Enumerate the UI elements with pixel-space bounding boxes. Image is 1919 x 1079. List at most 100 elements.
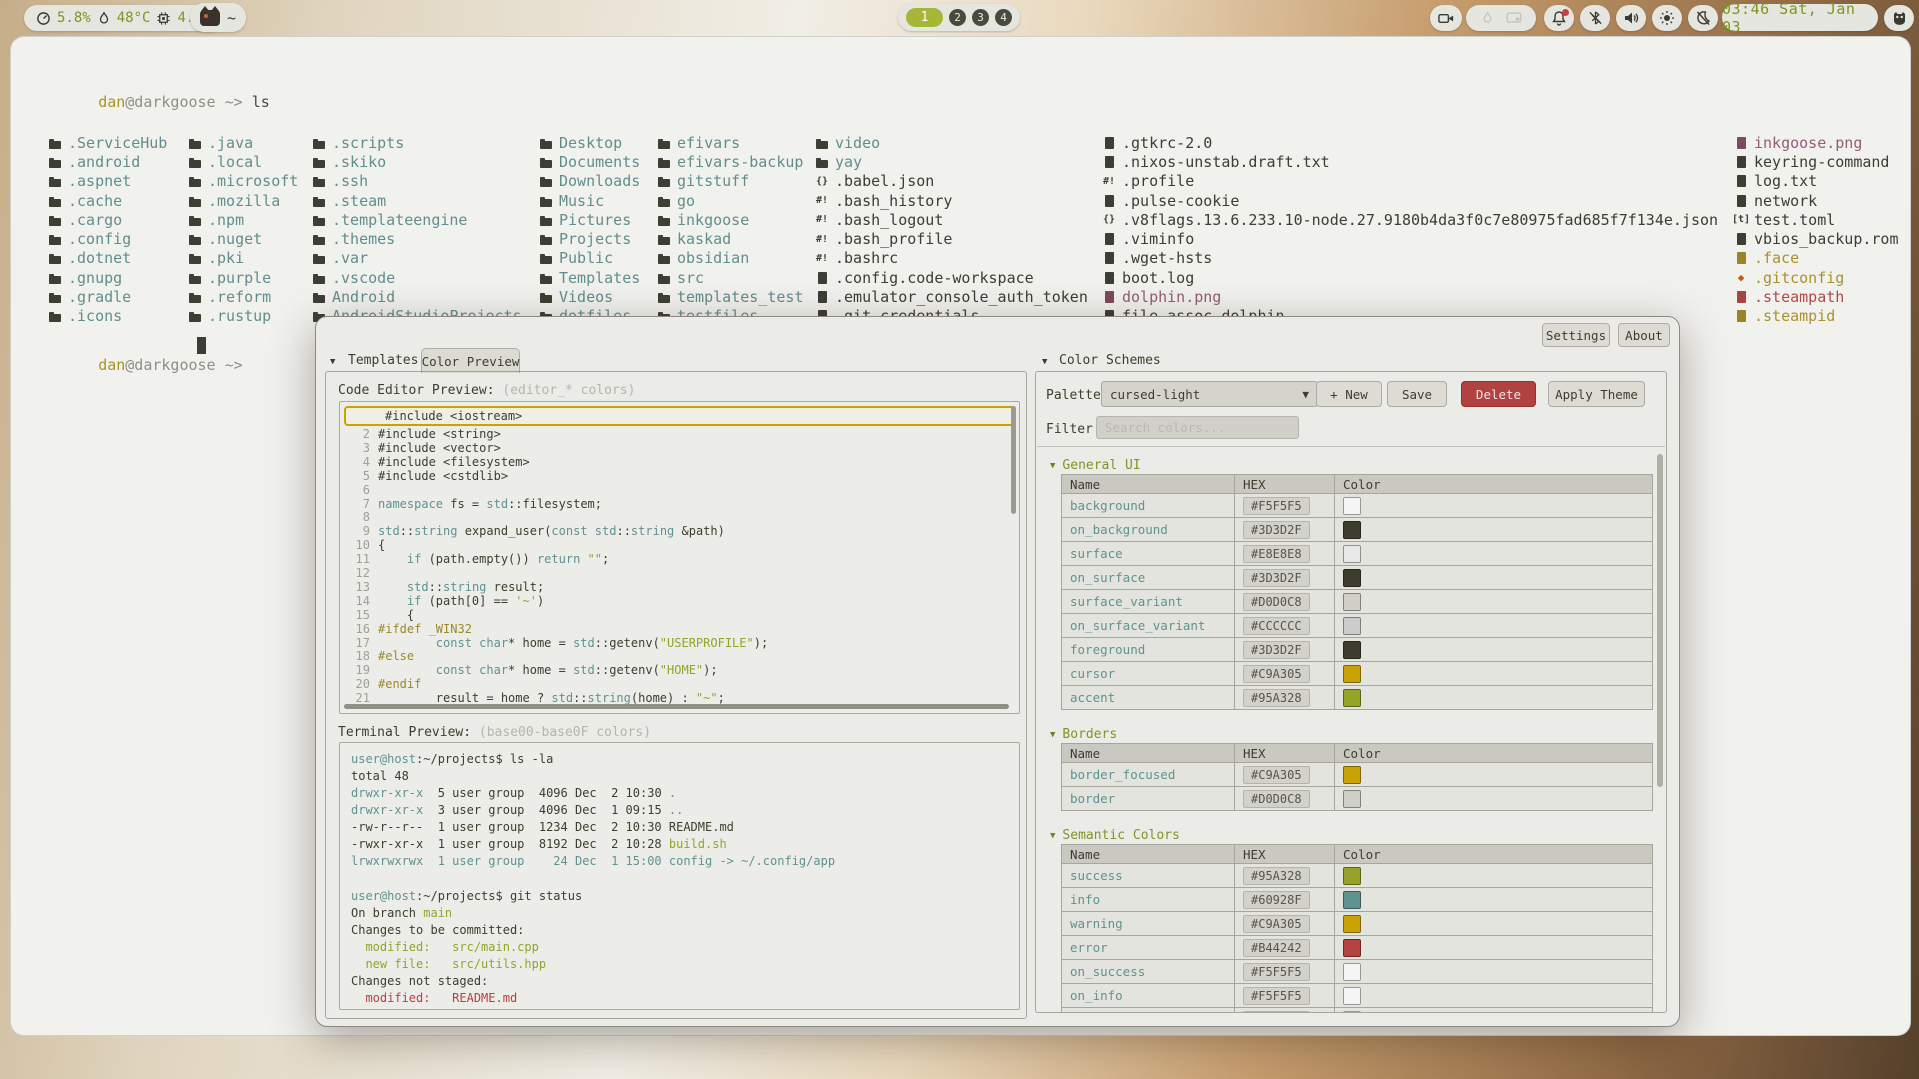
- color-swatch[interactable]: [1343, 790, 1361, 808]
- hex-value-field[interactable]: #95A328: [1243, 867, 1310, 885]
- focused-app-widget[interactable]: ~: [190, 3, 246, 32]
- color-row[interactable]: surface#E8E8E8: [1062, 542, 1653, 566]
- templates-collapse-icon[interactable]: ▼: [330, 357, 335, 367]
- screencast-button[interactable]: [1430, 5, 1462, 31]
- color-swatch[interactable]: [1343, 689, 1361, 707]
- color-swatch[interactable]: [1343, 939, 1361, 957]
- workspace-1[interactable]: 1: [906, 8, 943, 27]
- hex-value-field[interactable]: #95A328: [1243, 689, 1310, 707]
- color-row[interactable]: success#95A328: [1062, 864, 1653, 888]
- color-swatch[interactable]: [1343, 569, 1361, 587]
- color-swatch[interactable]: [1343, 617, 1361, 635]
- color-row[interactable]: on_warning#F5F5F5: [1062, 1008, 1653, 1014]
- color-swatch[interactable]: [1343, 521, 1361, 539]
- color-row[interactable]: on_background#3D3D2F: [1062, 518, 1653, 542]
- theme-engine-dialog[interactable]: Settings About ▼ Templates Color Preview…: [315, 316, 1680, 1027]
- color-row[interactable]: surface_variant#D0D0C8: [1062, 590, 1653, 614]
- color-row[interactable]: cursor#C9A305: [1062, 662, 1653, 686]
- color-swatch[interactable]: [1343, 641, 1361, 659]
- terminal-preview[interactable]: user@host:~/projects$ ls -latotal 48drwx…: [339, 742, 1020, 1010]
- hex-value-field[interactable]: #CCCCCC: [1243, 617, 1310, 635]
- night-light-button[interactable]: [1688, 5, 1718, 31]
- workspace-2[interactable]: 2: [949, 9, 966, 26]
- color-row[interactable]: error#B44242: [1062, 936, 1653, 960]
- terminal-preview-line: -rw-r--r-- 1 user group 1234 Dec 2 10:30…: [351, 820, 734, 834]
- about-button[interactable]: About: [1618, 323, 1670, 347]
- hex-value-field[interactable]: #C9A305: [1243, 665, 1310, 683]
- color-row[interactable]: background#F5F5F5: [1062, 494, 1653, 518]
- folder-icon: [657, 271, 671, 285]
- new-palette-button[interactable]: + New: [1316, 381, 1382, 407]
- color-row[interactable]: on_info#F5F5F5: [1062, 984, 1653, 1008]
- ls-entry: .cargo: [48, 210, 167, 229]
- color-row[interactable]: border#D0D0C8: [1062, 787, 1653, 811]
- folder-icon: [48, 155, 62, 169]
- color-swatch[interactable]: [1343, 891, 1361, 909]
- color-swatch[interactable]: [1343, 593, 1361, 611]
- terminal-preview-line: Changes not staged:: [351, 974, 488, 988]
- workspace-3[interactable]: 3: [972, 9, 989, 26]
- workspace-4[interactable]: 4: [995, 9, 1012, 26]
- color-swatch[interactable]: [1343, 867, 1361, 885]
- notifications-button[interactable]: [1544, 5, 1574, 31]
- filter-input[interactable]: [1096, 416, 1299, 439]
- section-header-borders[interactable]: ▼Borders: [1050, 727, 1117, 742]
- inactive-tray-group[interactable]: [1466, 5, 1536, 31]
- hex-value-field[interactable]: #D0D0C8: [1243, 593, 1310, 611]
- color-swatch[interactable]: [1343, 987, 1361, 1005]
- ls-entry: inkgoose: [657, 210, 803, 229]
- tab-color-preview[interactable]: Color Preview: [421, 348, 520, 373]
- volume-button[interactable]: [1616, 5, 1646, 31]
- folder-icon: [539, 213, 553, 227]
- hex-value-field[interactable]: #C9A305: [1243, 915, 1310, 933]
- code-vertical-scrollbar[interactable]: [1011, 406, 1016, 514]
- section-header-general-ui[interactable]: ▼General UI: [1050, 458, 1141, 473]
- templates-header[interactable]: Templates: [348, 353, 418, 368]
- code-editor-preview[interactable]: #include <iostream>2#include <string>3#i…: [339, 401, 1020, 714]
- hex-value-field[interactable]: #3D3D2F: [1243, 641, 1310, 659]
- hex-value-field[interactable]: #E8E8E8: [1243, 545, 1310, 563]
- color-swatch[interactable]: [1343, 665, 1361, 683]
- hex-value-field[interactable]: #3D3D2F: [1243, 521, 1310, 539]
- color-row[interactable]: warning#C9A305: [1062, 912, 1653, 936]
- ls-entry: keyring-command: [1734, 152, 1899, 171]
- color-row[interactable]: on_surface_variant#CCCCCC: [1062, 614, 1653, 638]
- hex-value-field[interactable]: #F5F5F5: [1243, 963, 1310, 981]
- bluetooth-button[interactable]: [1580, 5, 1610, 31]
- color-schemes-collapse-icon[interactable]: ▼: [1042, 357, 1047, 367]
- clock-widget[interactable]: 03:46 Sat, Jan 03: [1722, 4, 1878, 31]
- panel-scrollbar[interactable]: [1657, 454, 1663, 787]
- owl-icon: [1891, 10, 1908, 27]
- save-palette-button[interactable]: Save: [1387, 381, 1447, 407]
- color-swatch[interactable]: [1343, 545, 1361, 563]
- ls-entry: .icons: [48, 307, 167, 326]
- hex-value-field[interactable]: #B44242: [1243, 939, 1310, 957]
- hex-value-field[interactable]: #60928F: [1243, 891, 1310, 909]
- delete-palette-button[interactable]: Delete: [1461, 381, 1536, 407]
- color-swatch[interactable]: [1343, 963, 1361, 981]
- section-header-semantic-colors[interactable]: ▼Semantic Colors: [1050, 828, 1180, 843]
- color-schemes-header[interactable]: Color Schemes: [1059, 353, 1161, 368]
- hex-value-field[interactable]: #F5F5F5: [1243, 1011, 1310, 1014]
- palette-dropdown[interactable]: cursed-light ▼: [1101, 381, 1318, 407]
- hex-value-field[interactable]: #F5F5F5: [1243, 987, 1310, 1005]
- json-file-icon: {}: [1102, 213, 1116, 227]
- color-swatch[interactable]: [1343, 766, 1361, 784]
- color-row[interactable]: on_success#F5F5F5: [1062, 960, 1653, 984]
- color-row[interactable]: accent#95A328: [1062, 686, 1653, 710]
- power-menu-button[interactable]: [1884, 5, 1914, 31]
- hex-value-field[interactable]: #3D3D2F: [1243, 569, 1310, 587]
- apply-theme-button[interactable]: Apply Theme: [1548, 381, 1645, 407]
- color-swatch[interactable]: [1343, 1011, 1361, 1014]
- hex-value-field[interactable]: #C9A305: [1243, 766, 1310, 784]
- brightness-button[interactable]: [1652, 5, 1682, 31]
- hex-value-field[interactable]: #F5F5F5: [1243, 497, 1310, 515]
- color-swatch[interactable]: [1343, 497, 1361, 515]
- color-row[interactable]: foreground#3D3D2F: [1062, 638, 1653, 662]
- color-row[interactable]: on_surface#3D3D2F: [1062, 566, 1653, 590]
- color-row[interactable]: border_focused#C9A305: [1062, 763, 1653, 787]
- color-row[interactable]: info#60928F: [1062, 888, 1653, 912]
- settings-button[interactable]: Settings: [1542, 323, 1610, 347]
- hex-value-field[interactable]: #D0D0C8: [1243, 790, 1310, 808]
- color-swatch[interactable]: [1343, 915, 1361, 933]
